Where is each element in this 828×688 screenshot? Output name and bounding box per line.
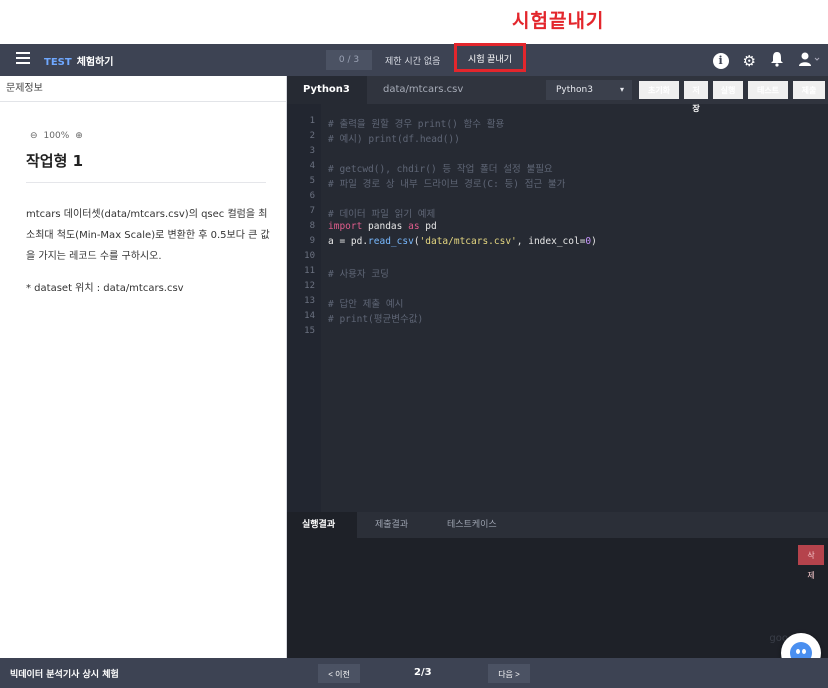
code-line: # 파일 경로 상 내부 드라이브 경로(C: 등) 접근 불가 <box>328 179 566 190</box>
code-line: a = pd.read_csv('data/mtcars.csv', index… <box>328 236 597 247</box>
code-line: # print(평균변수값) <box>328 314 424 325</box>
result-tabs: 실행결과 제출결과 테스트케이스 <box>287 512 828 538</box>
task-title: 작업형 1 <box>26 152 84 170</box>
prev-button[interactable]: < 이전 <box>318 664 360 683</box>
result-panel: 실행결과 제출결과 테스트케이스 삭제 goo <box>287 512 828 658</box>
divider <box>26 182 266 183</box>
menu-icon[interactable] <box>16 52 30 64</box>
line-number: 15 <box>304 326 315 336</box>
delete-button[interactable]: 삭제 <box>798 545 824 580</box>
tab-python3[interactable]: Python3 <box>287 76 367 104</box>
line-number: 12 <box>304 281 315 291</box>
line-number: 7 <box>309 206 315 216</box>
next-button[interactable]: 다음 > <box>488 664 530 683</box>
line-number: 2 <box>309 131 315 141</box>
brand: TEST 체험하기 <box>44 53 114 68</box>
question-counter: 0 / 3 <box>326 50 372 70</box>
code-line: # getcwd(), chdir() 등 작업 폴더 설정 불필요 <box>328 164 553 175</box>
line-number: 14 <box>304 311 315 321</box>
chevron-down-icon: ▾ <box>619 85 624 94</box>
info-icon[interactable]: i <box>712 53 729 69</box>
run-button[interactable]: 실행 <box>713 81 743 99</box>
footer-title: 빅데이터 분석기사 상시 체험 <box>10 670 119 680</box>
dataset-note: * dataset 위치 : data/mtcars.csv <box>26 283 184 294</box>
brand-highlight: TEST <box>44 57 72 68</box>
panel-header: 문제정보 <box>0 76 286 102</box>
line-number: 3 <box>309 146 315 156</box>
problem-info-panel: 문제정보 ⊖ 100% ⊕ 작업형 1 mtcars 데이터셋(data/mtc… <box>0 76 287 658</box>
line-number: 5 <box>309 176 315 186</box>
line-number: 8 <box>309 221 315 231</box>
annotation-label: 시험끝내기 <box>512 10 605 32</box>
page-indicator: 2/3 <box>414 667 432 678</box>
tab-submit-result[interactable]: 제출결과 <box>360 512 423 538</box>
line-number: 6 <box>309 191 315 201</box>
code-line: # 출력을 원할 경우 print() 함수 활용 <box>328 119 505 130</box>
time-limit-text: 제한 시간 없음 <box>385 57 441 67</box>
code-line: # 사용자 코딩 <box>328 269 389 280</box>
language-select[interactable]: Python3 ▾ <box>546 80 632 100</box>
test-button[interactable]: 테스트 <box>748 81 788 99</box>
brand-title: 체험하기 <box>76 57 114 68</box>
footer-bar: 빅데이터 분석기사 상시 체험 < 이전 2/3 다음 > <box>0 658 828 688</box>
save-button[interactable]: 저장 <box>684 81 708 113</box>
bell-icon[interactable] <box>770 51 784 71</box>
editor-tabs: Python3 data/mtcars.csv Python3 ▾ 초기화 저장… <box>287 76 828 113</box>
user-icon[interactable] <box>798 51 820 71</box>
code-line: # 답안 제출 예시 <box>328 299 404 310</box>
zoom-out-icon[interactable]: ⊖ <box>30 131 38 141</box>
top-bar: TEST 체험하기 0 / 3 제한 시간 없음 i ⚙ <box>0 44 828 76</box>
reset-button[interactable]: 초기화 <box>639 81 679 99</box>
line-number: 1 <box>309 116 315 126</box>
code-line: # 예시) print(df.head()) <box>328 134 460 145</box>
tab-data-file[interactable]: data/mtcars.csv <box>367 76 479 104</box>
code-line: # 데이터 파일 읽기 예제 <box>328 209 436 220</box>
gear-icon[interactable]: ⚙ <box>743 53 756 69</box>
line-number: 10 <box>304 251 315 261</box>
tab-run-result[interactable]: 실행결과 <box>287 512 357 538</box>
zoom-controls: ⊖ 100% ⊕ <box>30 131 83 141</box>
top-icons: i ⚙ <box>712 51 820 71</box>
code-line: import pandas as pd <box>328 221 437 232</box>
code-editor: Python3 data/mtcars.csv Python3 ▾ 초기화 저장… <box>287 76 828 512</box>
line-number: 4 <box>309 161 315 171</box>
language-value: Python3 <box>556 85 593 95</box>
submit-button[interactable]: 제출 <box>793 81 825 99</box>
highlight-box <box>454 43 526 72</box>
zoom-in-icon[interactable]: ⊕ <box>75 131 83 141</box>
line-number: 11 <box>304 266 315 276</box>
zoom-value: 100% <box>43 131 70 141</box>
tab-test-cases[interactable]: 테스트케이스 <box>432 512 512 538</box>
line-number: 13 <box>304 296 315 306</box>
line-number: 9 <box>309 236 315 246</box>
task-description: mtcars 데이터셋(data/mtcars.csv)의 qsec 컬럼을 최… <box>26 209 270 262</box>
